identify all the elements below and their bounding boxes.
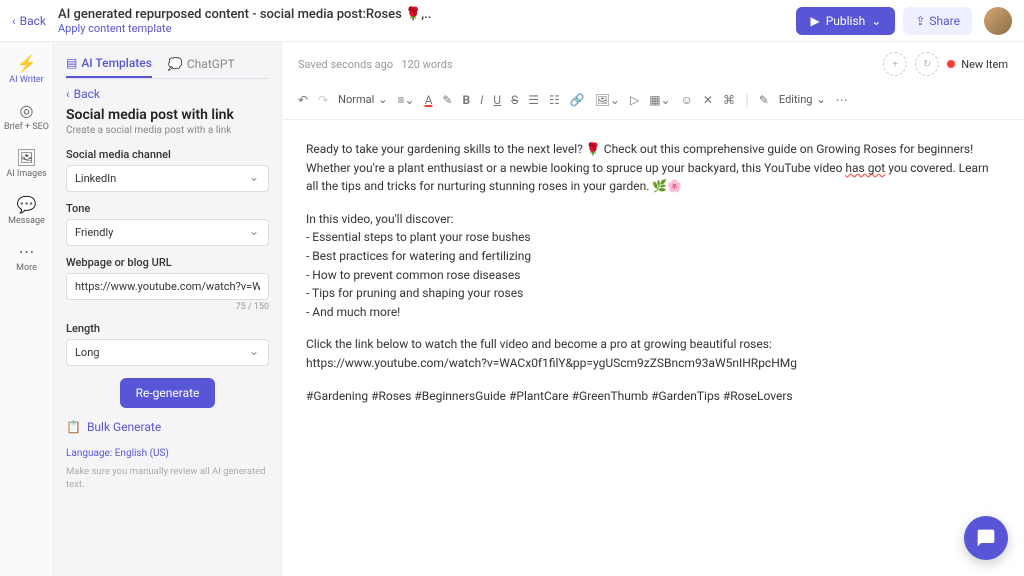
undo-button[interactable]: ↶ [298,93,308,107]
panel-back[interactable]: ‹ Back [66,87,269,101]
rail-label: AI Writer [9,75,43,85]
language-row: Language: English (US) [66,448,269,459]
rail-message[interactable]: 💬 Message [8,195,45,226]
align-button[interactable]: ≡⌄ [398,93,415,107]
back-label: Back [74,87,100,101]
warning-text: Make sure you manually review all AI gen… [66,465,269,492]
format-select[interactable]: Normal ⌄ [338,93,387,106]
rail-label: More [16,263,37,273]
share-label: Share [929,14,960,28]
url-counter: 75 / 150 [66,302,269,312]
tone-label: Tone [66,202,269,215]
numbered-list-button[interactable]: ☷ [549,93,560,107]
rail-label: Message [8,216,45,226]
text-color-button[interactable]: A [425,93,433,107]
bulk-label: Bulk Generate [87,420,161,434]
code-button[interactable]: ⌘ [723,93,735,107]
redo-button[interactable]: ↷ [318,93,328,107]
rail-ai-writer[interactable]: ⚡ AI Writer [9,54,43,85]
list-item: - Tips for pruning and shaping your rose… [306,284,1000,303]
chat-fab[interactable] [964,516,1008,560]
rail-more[interactable]: ⋯ More [16,242,37,273]
link-button[interactable]: 🔗 [570,93,585,107]
bold-button[interactable]: B [462,93,470,107]
clear-format-button[interactable]: ✕ [703,93,713,107]
highlight-button[interactable]: ✎ [442,93,452,107]
more-toolbar-button[interactable]: ⋯ [836,93,848,107]
editor-content[interactable]: Ready to take your gardening skills to t… [282,120,1024,439]
rail-label: Brief + SEO [4,122,49,132]
share-button[interactable]: ⇪ Share [903,7,972,35]
length-label: Length [66,322,269,335]
header-back[interactable]: ‹ Back [12,14,46,28]
image-button[interactable]: 🖼⌄ [595,93,620,107]
red-dot-icon [947,60,955,68]
channel-label: Social media channel [66,148,269,161]
image-icon: 🖼 [16,148,36,167]
apply-template-link[interactable]: Apply content template [58,22,797,35]
hashtags-text: #Gardening #Roses #BeginnersGuide #Plant… [306,387,1000,406]
edit-mode-icon[interactable]: ✎ [759,93,769,107]
regenerate-button[interactable]: Re-generate [120,378,216,408]
discover-label: In this video, you'll discover: [306,210,1000,229]
length-select[interactable]: Long [66,339,269,366]
panel-title: Social media post with link [66,107,269,123]
tab-chatgpt[interactable]: 💭 ChatGPT [168,50,235,78]
back-label: Back [20,14,46,28]
history-icon[interactable]: ↻ [915,52,939,76]
panel-desc: Create a social media post with a link [66,125,269,136]
cta-text: Click the link below to watch the full v… [306,335,1000,354]
link-text: https://www.youtube.com/watch?v=WACx0f1f… [306,354,1000,373]
bolt-icon: ⚡ [17,54,37,73]
video-button[interactable]: ▷ [630,93,639,107]
rail-label: AI Images [6,169,46,179]
tab-label: ChatGPT [187,57,235,71]
tab-label: AI Templates [81,56,152,70]
strikethrough-button[interactable]: S [511,93,518,107]
channel-select[interactable]: LinkedIn [66,165,269,192]
new-item-chip[interactable]: New Item [947,58,1008,71]
list-item: - Essential steps to plant your rose bus… [306,228,1000,247]
page-title: AI generated repurposed content - social… [58,7,797,22]
url-label: Webpage or blog URL [66,256,269,269]
rail-brief-seo[interactable]: ◎ Brief + SEO [4,101,49,132]
list-item: - Best practices for watering and fertil… [306,247,1000,266]
add-user-icon[interactable]: + [883,52,907,76]
target-icon: ◎ [20,101,34,120]
more-icon: ⋯ [18,242,34,261]
chip-label: New Item [961,58,1008,71]
avatar[interactable] [984,7,1012,35]
rail-ai-images[interactable]: 🖼 AI Images [6,148,46,179]
message-icon: 💬 [17,195,37,214]
tone-select[interactable]: Friendly [66,219,269,246]
italic-button[interactable]: I [480,93,483,107]
table-button[interactable]: ▦⌄ [649,93,670,107]
bulk-generate-link[interactable]: 📋 Bulk Generate [66,420,269,434]
tab-ai-templates[interactable]: ▤ AI Templates [66,50,152,78]
list-item: - How to prevent common rose diseases [306,266,1000,285]
bullet-list-button[interactable]: ☰ [528,93,539,107]
language-link[interactable]: English (US) [115,448,169,459]
list-item: - And much more! [306,303,1000,322]
url-input[interactable] [66,273,269,300]
underline-button[interactable]: U [493,93,501,107]
editing-mode-select[interactable]: Editing ⌄ [779,93,826,106]
publish-label: Publish [826,14,866,28]
save-status: Saved seconds ago 120 words [298,58,453,71]
emoji-button[interactable]: ☺ [681,93,693,107]
publish-button[interactable]: ▶ Publish ⌄ [796,7,895,35]
intro-spellerror: has got [845,161,885,175]
chat-icon [976,528,996,548]
